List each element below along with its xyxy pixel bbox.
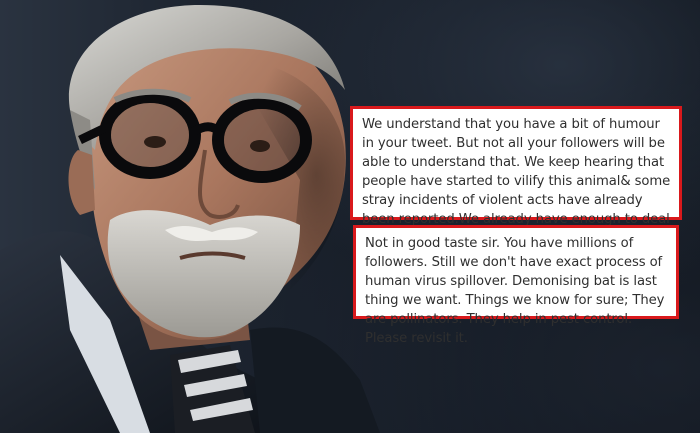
tie — [170, 345, 255, 433]
quote-box-2: Not in good taste sir. You have millions… — [353, 225, 679, 346]
photo-background: We understand that you have a bit of hum… — [0, 0, 700, 433]
quote-box-1: We understand that you have a bit of hum… — [350, 106, 682, 245]
quote-text-1: We understand that you have a bit of hum… — [362, 117, 671, 227]
